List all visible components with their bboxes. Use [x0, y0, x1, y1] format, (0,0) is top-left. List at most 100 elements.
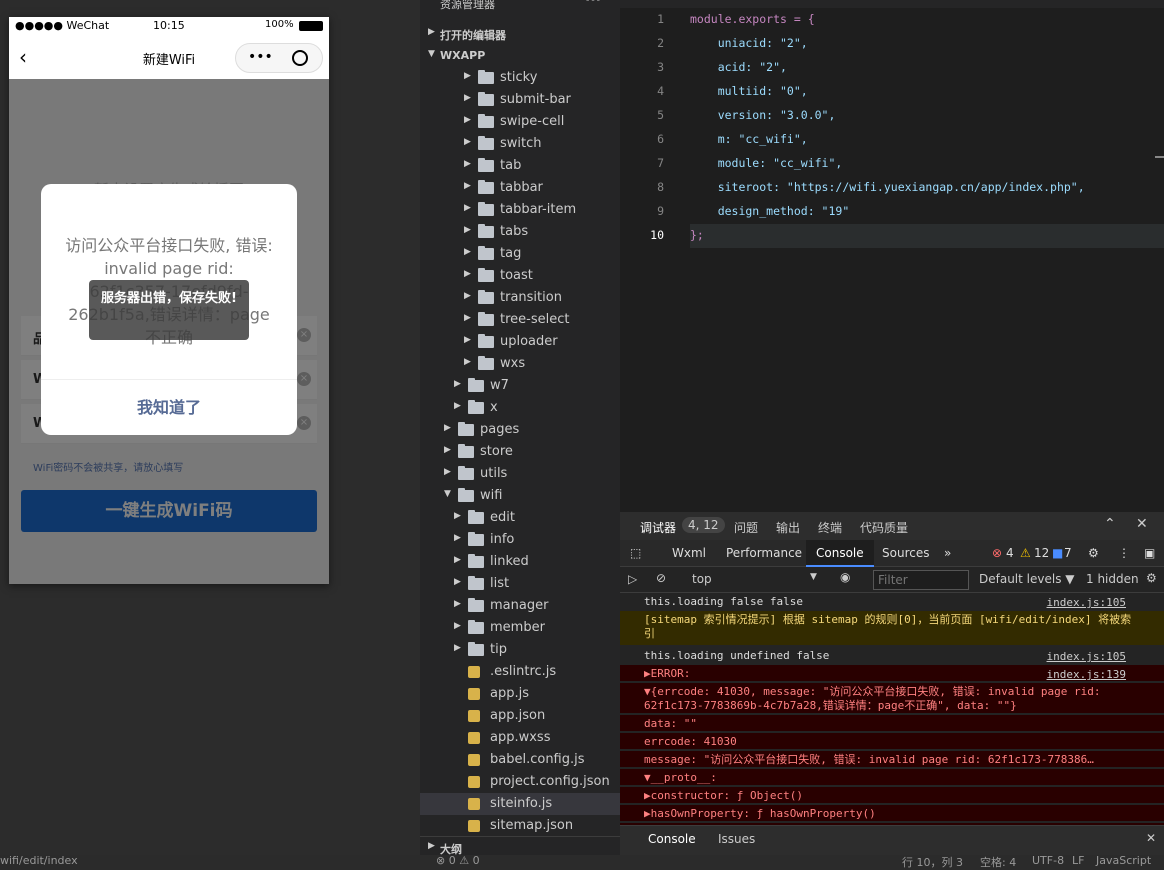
chevron-up-icon[interactable]: ⌃	[1104, 516, 1116, 532]
tree-item[interactable]: ▶ submit-bar	[420, 89, 620, 111]
tree-item[interactable]: ▶ swipe-cell	[420, 111, 620, 133]
close-icon[interactable]: ✕	[1136, 516, 1148, 532]
code-line[interactable]: acid: "2",	[690, 60, 787, 74]
encoding[interactable]: UTF-8	[1032, 854, 1064, 867]
console-message[interactable]: data: ""	[620, 715, 1164, 731]
chevron-right-icon[interactable]: ▶	[454, 556, 462, 565]
tree-item[interactable]: ▶ list	[420, 573, 620, 595]
tab-wxml[interactable]: Wxml	[672, 546, 706, 560]
inspect-icon[interactable]: ⬚	[630, 546, 641, 560]
capsule-menu[interactable]: •••	[235, 43, 323, 73]
drawer-tab-console[interactable]: Console	[648, 832, 696, 846]
tree-item[interactable]: ▶ tab	[420, 155, 620, 177]
open-editors-section[interactable]: ▶ 打开的编辑器	[420, 24, 620, 46]
code-line[interactable]: module: "cc_wifi",	[690, 156, 843, 170]
chevron-right-icon[interactable]: ▶	[464, 314, 472, 323]
chevron-right-icon[interactable]: ▶	[464, 204, 472, 213]
chevron-right-icon[interactable]: ▶	[464, 138, 472, 147]
tree-item[interactable]: ▶ manager	[420, 595, 620, 617]
chevron-right-icon[interactable]: ▶	[464, 336, 472, 345]
chevron-right-icon[interactable]: ▶	[454, 534, 462, 543]
chevron-right-icon[interactable]: ▶	[454, 512, 462, 521]
console-message[interactable]: ▶ERROR: index.js:139	[620, 665, 1164, 681]
chevron-right-icon[interactable]: ▶	[454, 380, 462, 389]
problems-summary[interactable]: ⊗ 0 ⚠ 0	[436, 854, 480, 867]
code-line[interactable]: design_method: "19"	[690, 204, 850, 218]
more-tabs-icon[interactable]: »	[944, 546, 951, 560]
chevron-right-icon[interactable]: ▶	[464, 292, 472, 301]
clear-console-icon[interactable]: ⊘	[656, 571, 666, 585]
language-mode[interactable]: JavaScript	[1096, 854, 1151, 867]
chevron-right-icon[interactable]: ▶	[464, 160, 472, 169]
close-mini-icon[interactable]	[292, 50, 308, 66]
chevron-right-icon[interactable]: ▶	[444, 424, 452, 433]
tree-item[interactable]: ▶ tip	[420, 639, 620, 661]
chevron-right-icon[interactable]: ▶	[464, 270, 472, 279]
tree-item[interactable]: ▶ sticky	[420, 67, 620, 89]
indentation[interactable]: 空格: 4	[980, 854, 1016, 870]
dock-icon[interactable]: ▣	[1144, 546, 1155, 560]
console-message[interactable]: [sitemap 索引情况提示] 根据 sitemap 的规则[0]，当前页面 …	[620, 611, 1164, 645]
source-link[interactable]: index.js:105	[1047, 650, 1126, 663]
outline-section[interactable]: ▶ 大纲	[420, 836, 620, 855]
chevron-right-icon[interactable]: ▶	[454, 644, 462, 653]
chevron-right-icon[interactable]: ▶	[454, 622, 462, 631]
tree-item[interactable]: ▶ toast	[420, 265, 620, 287]
tree-item[interactable]: ▶ wxs	[420, 353, 620, 375]
close-drawer-icon[interactable]: ✕	[1146, 831, 1156, 845]
console-message[interactable]: this.loading undefined false index.js:105	[620, 647, 1164, 663]
source-link[interactable]: index.js:139	[1047, 668, 1126, 681]
log-levels-dropdown[interactable]: Default levels ▼	[979, 572, 1075, 586]
chevron-down-icon[interactable]: ▼	[444, 490, 452, 499]
more-actions-icon[interactable]: ···	[585, 0, 620, 14]
code-line[interactable]: m: "cc_wifi",	[690, 132, 808, 146]
drawer-tab-issues[interactable]: Issues	[718, 832, 755, 846]
tree-item[interactable]: ▶ transition	[420, 287, 620, 309]
code-line[interactable]: version: "3.0.0",	[690, 108, 836, 122]
console-message[interactable]: ▼__proto__:	[620, 769, 1164, 785]
settings-gear-icon[interactable]: ⚙	[1088, 546, 1099, 560]
live-expression-eye-icon[interactable]: ◉	[840, 570, 850, 584]
console-message[interactable]: errcode: 41030	[620, 733, 1164, 749]
cursor-position[interactable]: 行 10，列 3	[902, 854, 963, 870]
tree-item[interactable]: app.wxss	[420, 727, 620, 749]
chevron-down-icon[interactable]: ▼	[810, 572, 817, 582]
kebab-menu-icon[interactable]: ⋮	[1118, 546, 1130, 560]
tree-item[interactable]: ▶ member	[420, 617, 620, 639]
tree-item[interactable]: sitemap.json	[420, 815, 620, 837]
tree-item[interactable]: ▶ tabs	[420, 221, 620, 243]
console-message[interactable]: ▼{errcode: 41030, message: "访问公众平台接口失败, …	[620, 683, 1164, 713]
tab-code-quality[interactable]: 代码质量	[860, 519, 908, 536]
code-line[interactable]: };	[690, 228, 704, 242]
console-message[interactable]: this.loading false false index.js:105	[620, 593, 1164, 609]
tree-item[interactable]: ▶ switch	[420, 133, 620, 155]
code-line[interactable]: siteroot: "https://wifi.yuexiangap.cn/ap…	[690, 180, 1085, 194]
tree-item[interactable]: ▶ x	[420, 397, 620, 419]
tree-item[interactable]: ▶ tabbar-item	[420, 199, 620, 221]
tree-item[interactable]: ▶ tabbar	[420, 177, 620, 199]
tab-debugger[interactable]: 调试器	[640, 519, 677, 541]
info-count-icon[interactable]: ■	[1052, 546, 1063, 560]
tree-item[interactable]: siteinfo.js	[420, 793, 620, 815]
chevron-right-icon[interactable]: ▶	[444, 468, 452, 477]
dialog-confirm-button[interactable]: 我知道了	[41, 380, 297, 435]
tree-item[interactable]: project.config.json	[420, 771, 620, 793]
chevron-right-icon[interactable]: ▶	[464, 182, 472, 191]
chevron-right-icon[interactable]: ▶	[464, 72, 472, 81]
error-count-icon[interactable]: ⊗	[992, 546, 1002, 560]
tab-sources[interactable]: Sources	[882, 546, 929, 560]
chevron-right-icon[interactable]: ▶	[444, 446, 452, 455]
workspace-root-section[interactable]: ▼ WXAPP	[420, 46, 620, 68]
tree-item[interactable]: ▶ store	[420, 441, 620, 463]
page-path[interactable]: wifi/edit/index	[0, 854, 78, 867]
chevron-right-icon[interactable]: ▶	[454, 578, 462, 587]
tab-performance[interactable]: Performance	[726, 546, 802, 560]
line-ending[interactable]: LF	[1072, 854, 1084, 867]
chevron-right-icon[interactable]: ▶	[454, 402, 462, 411]
tab-output[interactable]: 输出	[776, 519, 800, 536]
console-settings-icon[interactable]: ⚙	[1146, 571, 1157, 585]
more-icon[interactable]: •••	[248, 49, 273, 65]
source-link[interactable]: index.js:105	[1047, 596, 1126, 609]
tree-item[interactable]: .eslintrc.js	[420, 661, 620, 683]
tree-item[interactable]: ▶ w7	[420, 375, 620, 397]
